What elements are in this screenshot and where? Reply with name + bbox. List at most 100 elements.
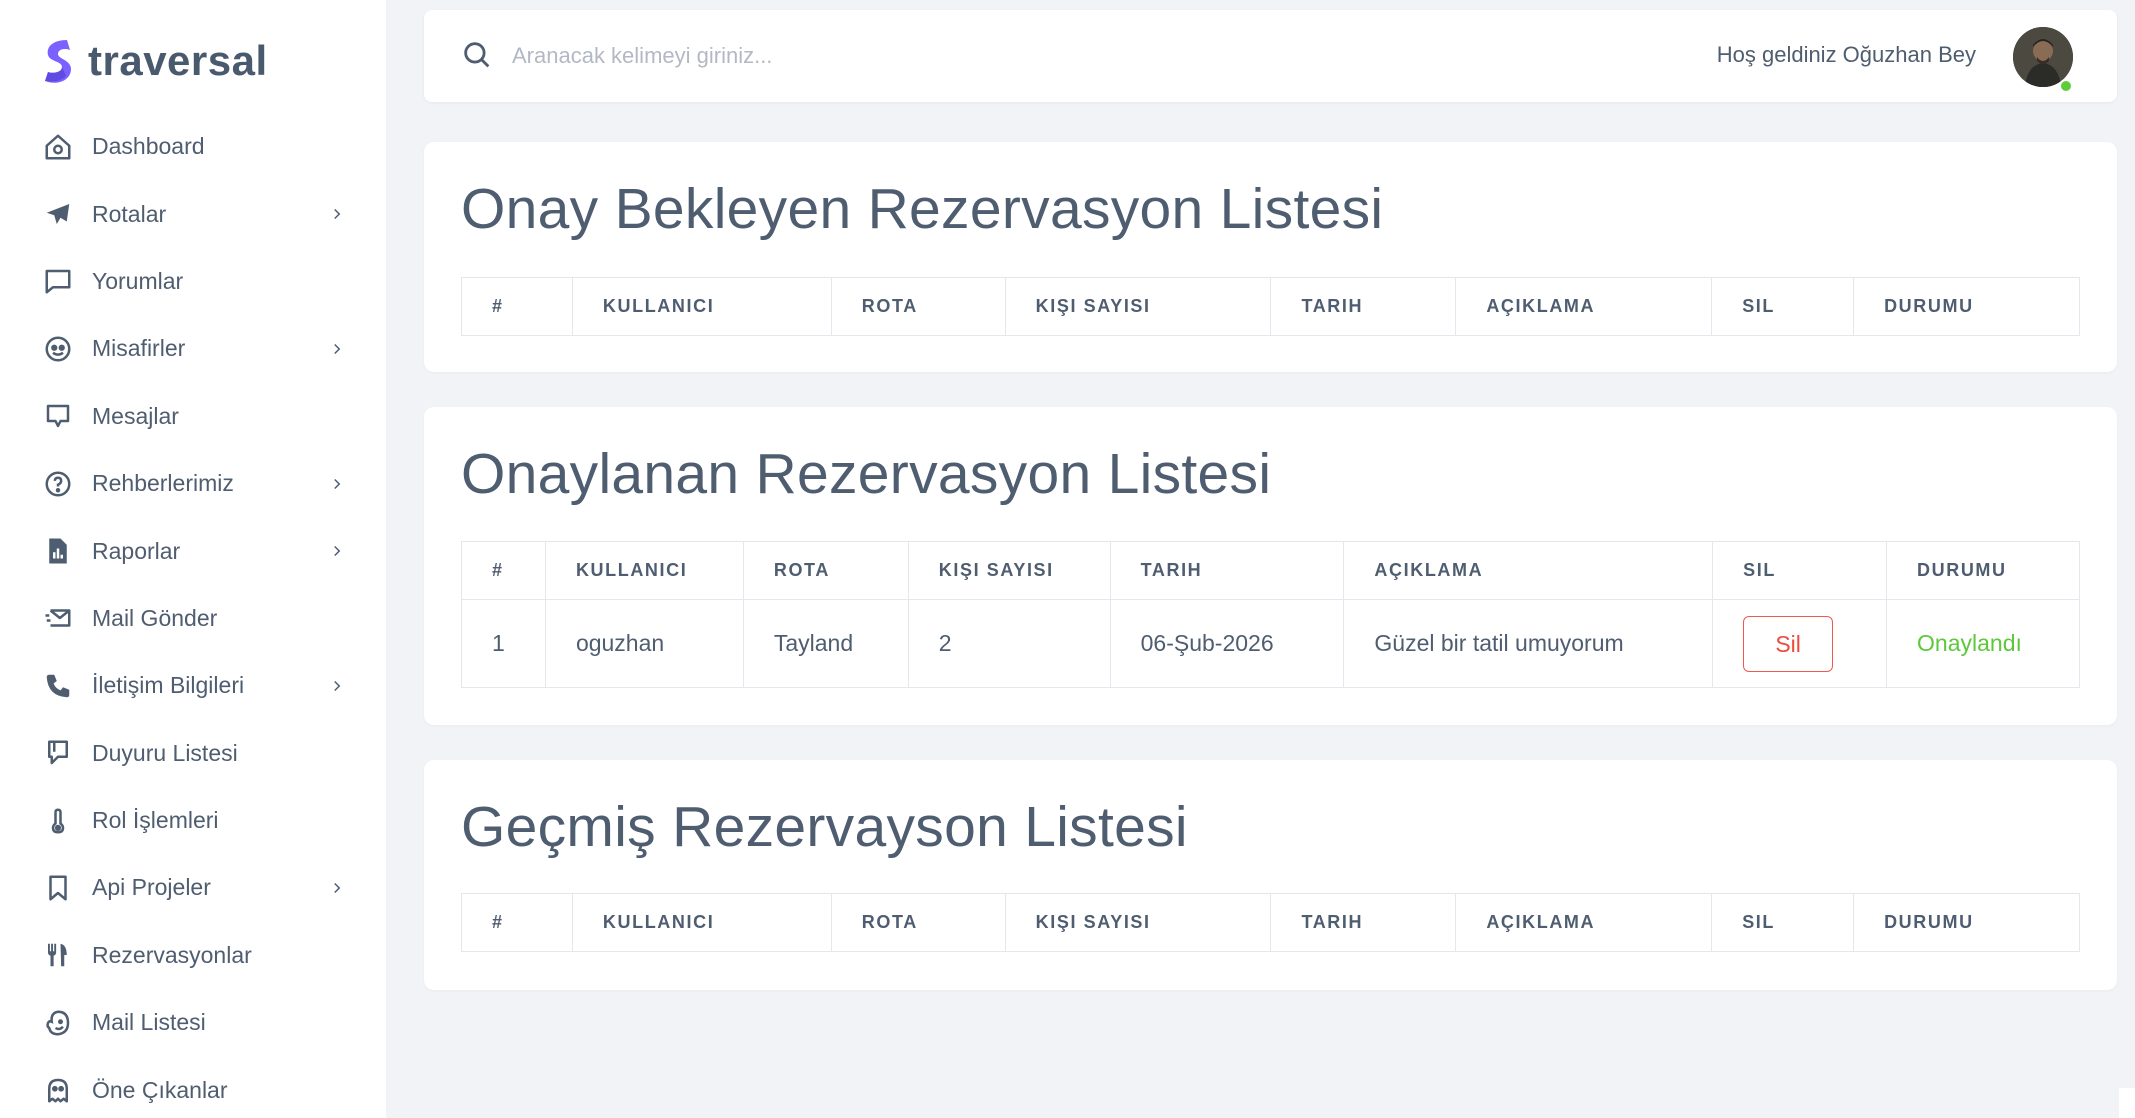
sidebar-item-label: Öne Çıkanlar (92, 1076, 228, 1103)
pending-reservations-card: Onay Bekleyen Rezervasyon Listesi # KULL… (424, 142, 2117, 372)
column-header: SIL (1711, 893, 1855, 952)
column-header: AÇIKLAMA (1455, 893, 1713, 952)
sidebar-item-yorumlar[interactable]: Yorumlar (0, 248, 386, 315)
sidebar-item-mail-listesi[interactable]: Mail Listesi (0, 989, 386, 1056)
chevron-right-icon (328, 677, 346, 695)
sidebar-item-duyuru-listesi[interactable]: Duyuru Listesi (0, 720, 386, 787)
table-header-row: # KULLANICI ROTA KIŞI SAYISI TARIH AÇIKL… (461, 893, 2080, 952)
sidebar-item-label: Rotalar (92, 200, 167, 227)
sidebar-item-rehberlerimiz[interactable]: Rehberlerimiz (0, 450, 386, 517)
sidebar-nav: Dashboard Rotalar Yorumlar Misafirler Me… (0, 113, 386, 1118)
cell-count: 2 (907, 599, 1111, 688)
ghost-icon (43, 1075, 73, 1105)
sidebar-item-one-cikanlar[interactable]: Öne Çıkanlar (0, 1056, 386, 1118)
approved-reservations-card: Onaylanan Rezervasyon Listesi # KULLANIC… (424, 407, 2117, 725)
approved-reservations-table: # KULLANICI ROTA KIŞI SAYISI TARIH AÇIKL… (461, 541, 2080, 688)
sidebar-item-label: Yorumlar (92, 267, 184, 294)
sidebar-item-raporlar[interactable]: Raporlar (0, 517, 386, 584)
table-header-row: # KULLANICI ROTA KIŞI SAYISI TARIH AÇIKL… (461, 541, 2080, 600)
column-header: SIL (1712, 541, 1888, 600)
message-icon (43, 401, 73, 431)
chevron-right-icon (328, 340, 346, 358)
chevron-right-icon (328, 542, 346, 560)
column-header: # (461, 893, 573, 952)
column-header: AÇIKLAMA (1455, 277, 1713, 336)
sidebar-item-label: Mesajlar (92, 402, 179, 429)
column-header: # (461, 541, 546, 600)
sidebar-item-rol-islemleri[interactable]: Rol İşlemleri (0, 787, 386, 854)
top-header: Hoş geldiniz Oğuzhan Bey (424, 10, 2117, 102)
column-header: DURUMU (1886, 541, 2080, 600)
chevron-right-icon (328, 205, 346, 223)
face-icon (43, 334, 73, 364)
table-header-row: # KULLANICI ROTA KIŞI SAYISI TARIH AÇIKL… (461, 277, 2080, 336)
column-header: KIŞI SAYISI (1004, 277, 1272, 336)
cell-route: Tayland (742, 599, 909, 688)
sidebar-item-iletisim[interactable]: İletişim Bilgileri (0, 652, 386, 719)
sidebar-item-label: Mail Listesi (92, 1009, 206, 1036)
book-icon (43, 738, 73, 768)
cell-delete: Sil (1712, 599, 1888, 688)
sidebar-item-label: Raporlar (92, 537, 181, 564)
search-input[interactable] (512, 32, 932, 80)
sidebar-item-label: Dashboard (92, 133, 205, 160)
sidebar-item-dashboard[interactable]: Dashboard (0, 113, 386, 180)
column-header: # (461, 277, 573, 336)
past-reservations-table: # KULLANICI ROTA KIŞI SAYISI TARIH AÇIKL… (461, 893, 2080, 952)
status-approved: Onaylandı (1917, 630, 2022, 656)
phone-icon (43, 671, 73, 701)
column-header: KIŞI SAYISI (1004, 893, 1272, 952)
brand-logo-icon (45, 40, 71, 83)
sidebar-item-label: Rol İşlemleri (92, 807, 219, 834)
sidebar-item-rezervasyonlar[interactable]: Rezervasyonlar (0, 922, 386, 989)
sidebar-item-label: Mail Gönder (92, 604, 218, 631)
scrollbar-corner (2119, 1088, 2135, 1118)
sidebar-item-label: Duyuru Listesi (92, 739, 238, 766)
approved-reservations-title: Onaylanan Rezervasyon Listesi (461, 442, 1272, 506)
table-row: 1 oguzhan Tayland 2 06-Şub-2026 Güzel bi… (461, 599, 2080, 688)
column-header: ROTA (742, 541, 909, 600)
column-header: TARIH (1109, 541, 1345, 600)
cell-description: Güzel bir tatil umuyorum (1343, 599, 1714, 688)
report-icon (43, 536, 73, 566)
delete-button[interactable]: Sil (1743, 615, 1834, 672)
bookmark-icon (43, 873, 73, 903)
comment-icon (43, 266, 73, 296)
chevron-right-icon (328, 475, 346, 493)
mail-send-icon (43, 603, 73, 633)
sidebar-item-label: Rehberlerimiz (92, 470, 234, 497)
brand[interactable]: traversal (40, 34, 268, 88)
pending-reservations-title: Onay Bekleyen Rezervasyon Listesi (461, 177, 1384, 241)
plane-icon (43, 199, 73, 229)
sidebar-item-rotalar[interactable]: Rotalar (0, 180, 386, 247)
sidebar-item-misafirler[interactable]: Misafirler (0, 315, 386, 382)
sidebar-item-label: Rezervasyonlar (92, 941, 252, 968)
column-header: TARIH (1270, 893, 1457, 952)
pending-reservations-table: # KULLANICI ROTA KIŞI SAYISI TARIH AÇIKL… (461, 277, 2080, 336)
sidebar-item-label: Misafirler (92, 335, 186, 362)
column-header: KULLANICI (571, 277, 832, 336)
home-icon (43, 132, 73, 162)
chevron-right-icon (328, 879, 346, 897)
column-header: SIL (1711, 277, 1855, 336)
sidebar-item-label: Api Projeler (92, 874, 211, 901)
online-status-dot (2059, 79, 2073, 93)
sidebar-item-mail-gonder[interactable]: Mail Gönder (0, 585, 386, 652)
column-header: KULLANICI (544, 541, 744, 600)
avatar[interactable] (2013, 27, 2073, 87)
past-reservations-card: Geçmiş Rezervayson Listesi # KULLANICI R… (424, 760, 2117, 990)
cell-status: Onaylandı (1886, 599, 2080, 688)
question-circle-icon (43, 469, 73, 499)
sidebar-item-api-projeler[interactable]: Api Projeler (0, 854, 386, 921)
thermometer-icon (43, 806, 73, 836)
sidebar: traversal Dashboard Rotalar Yorumlar Mis… (0, 0, 386, 1118)
column-header: TARIH (1270, 277, 1457, 336)
sidebar-item-mesajlar[interactable]: Mesajlar (0, 383, 386, 450)
column-header: KULLANICI (571, 893, 832, 952)
column-header: DURUMU (1853, 277, 2080, 336)
cell-user: oguzhan (544, 599, 744, 688)
search-icon[interactable] (460, 38, 494, 72)
cell-date: 06-Şub-2026 (1109, 599, 1345, 688)
column-header: KIŞI SAYISI (907, 541, 1111, 600)
welcome-text: Hoş geldiniz Oğuzhan Bey (1716, 42, 1976, 67)
